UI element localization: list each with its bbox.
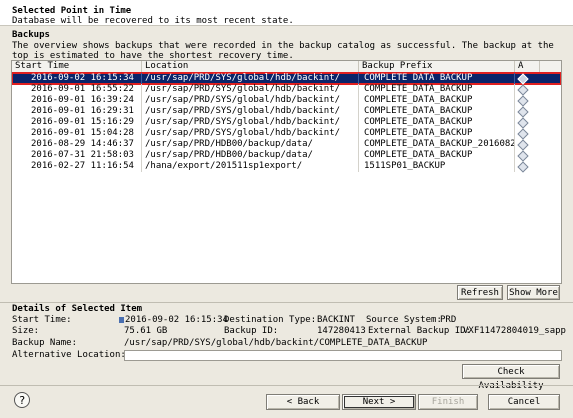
backup-prefix-cell: 1511SP01_BACKUP	[359, 161, 515, 172]
table-row[interactable]: 2016-09-02 16:15:34/usr/sap/PRD/SYS/glob…	[12, 72, 561, 85]
table-row[interactable]: 2016-09-01 16:29:31/usr/sap/PRD/SYS/glob…	[12, 106, 561, 118]
column-header-start-time[interactable]: Start Time	[12, 61, 142, 72]
start-time-cell: 2016-09-01 15:16:29	[12, 117, 142, 128]
table-header: Start Time Location Backup Prefix A	[12, 61, 561, 73]
destination-type-value: BACKINT	[317, 315, 355, 325]
column-header-backup-prefix[interactable]: Backup Prefix	[359, 61, 515, 72]
details-heading: Details of Selected Item	[12, 304, 143, 314]
table-row[interactable]: 2016-02-27 11:16:54/hana/export/201511sp…	[12, 161, 561, 173]
size-value: 75.61 GB	[124, 326, 168, 336]
table-row[interactable]: 2016-08-29 14:46:37/usr/sap/PRD/HDB00/ba…	[12, 139, 561, 151]
start-time-label: Start Time:	[12, 315, 72, 325]
start-time-cell: 2016-09-01 16:39:24	[12, 95, 142, 106]
availability-diamond-icon	[517, 95, 529, 107]
show-more-button[interactable]: Show More	[507, 285, 560, 300]
backup-name-value: /usr/sap/PRD/SYS/global/hdb/backint/COMP…	[124, 338, 428, 348]
table-row[interactable]: 2016-09-01 15:16:29/usr/sap/PRD/SYS/glob…	[12, 117, 561, 129]
refresh-button[interactable]: Refresh	[457, 285, 503, 300]
backups-heading: Backups	[12, 30, 50, 40]
backup-name-label: Backup Name:	[12, 338, 78, 348]
backup-prefix-cell: COMPLETE_DATA_BACKUP	[359, 84, 515, 95]
availability-diamond-icon	[517, 139, 529, 151]
alternative-location-label: Alternative Location:	[12, 350, 126, 360]
backup-prefix-cell: COMPLETE_DATA_BACKUP	[359, 150, 515, 161]
footer-divider	[0, 385, 573, 386]
table-row[interactable]: 2016-09-01 15:04:28/usr/sap/PRD/SYS/glob…	[12, 128, 561, 140]
backup-id-value: 147280413	[317, 326, 366, 336]
help-icon[interactable]: ?	[14, 392, 30, 408]
start-time-value: 2016-09-02 16:15:34	[119, 315, 228, 325]
backup-prefix-cell: COMPLETE_DATA_BACKUP	[359, 106, 515, 117]
source-system-label: Source System:	[366, 315, 442, 325]
start-time-cell: 2016-09-01 15:04:28	[12, 128, 142, 139]
wizard-header: Selected Point in Time Database will be …	[0, 0, 573, 26]
start-time-cell: 2016-09-01 16:29:31	[12, 106, 142, 117]
check-availability-button[interactable]: Check Availability	[462, 364, 560, 391]
size-label: Size:	[12, 326, 40, 336]
location-cell: /usr/sap/PRD/SYS/global/hdb/backint/	[142, 106, 359, 117]
column-header-location[interactable]: Location	[142, 61, 359, 72]
location-cell: /usr/sap/PRD/SYS/global/hdb/backint/	[142, 128, 359, 139]
location-cell: /usr/sap/PRD/HDB00/backup/data/	[142, 150, 359, 161]
copy-icon	[119, 316, 124, 323]
back-button[interactable]: < Back	[266, 394, 340, 410]
location-cell: /usr/sap/PRD/SYS/global/hdb/backint/	[142, 73, 359, 84]
start-time-cell: 2016-08-29 14:46:37	[12, 139, 142, 150]
page-subtitle: Database will be recovered to its most r…	[12, 16, 294, 26]
availability-diamond-icon	[517, 73, 529, 85]
external-backup-id-label: External Backup ID:	[368, 326, 471, 336]
table-row[interactable]: 2016-09-01 16:55:22/usr/sap/PRD/SYS/glob…	[12, 84, 561, 96]
availability-diamond-icon	[517, 84, 529, 96]
backup-id-label: Backup ID:	[224, 326, 279, 336]
availability-diamond-icon	[517, 161, 529, 173]
location-cell: /usr/sap/PRD/SYS/global/hdb/backint/	[142, 95, 359, 106]
column-header-availability[interactable]: A	[515, 61, 540, 72]
source-system-value: PRD	[440, 315, 457, 325]
location-cell: /usr/sap/PRD/SYS/global/hdb/backint/	[142, 117, 359, 128]
table-row[interactable]: 2016-07-31 21:58:03/usr/sap/PRD/HDB00/ba…	[12, 150, 561, 162]
availability-diamond-icon	[517, 117, 529, 129]
divider	[0, 302, 573, 303]
backup-prefix-cell: COMPLETE_DATA_BACKUP	[359, 117, 515, 128]
backup-prefix-cell: COMPLETE DATA BACKUP	[359, 73, 515, 84]
backups-description: The overview shows backups that were rec…	[12, 41, 554, 61]
location-cell: /hana/export/201511sp1export/	[142, 161, 359, 172]
start-time-cell: 2016-09-02 16:15:34	[12, 73, 142, 84]
availability-diamond-icon	[517, 106, 529, 118]
start-time-cell: 2016-09-01 16:55:22	[12, 84, 142, 95]
location-cell: /usr/sap/PRD/HDB00/backup/data/	[142, 139, 359, 150]
location-cell: /usr/sap/PRD/SYS/global/hdb/backint/	[142, 84, 359, 95]
backup-prefix-cell: COMPLETE_DATA_BACKUP	[359, 128, 515, 139]
external-backup-id-value: VXF11472804019_sapp	[463, 326, 566, 336]
destination-type-label: Destination Type:	[224, 315, 317, 325]
cancel-button[interactable]: Cancel	[488, 394, 560, 410]
availability-diamond-icon	[517, 150, 529, 162]
start-time-cell: 2016-07-31 21:58:03	[12, 150, 142, 161]
table-row[interactable]: 2016-09-01 16:39:24/usr/sap/PRD/SYS/glob…	[12, 95, 561, 107]
availability-diamond-icon	[517, 128, 529, 140]
backup-prefix-cell: COMPLETE_DATA_BACKUP_20160829	[359, 139, 515, 150]
next-button[interactable]: Next >	[342, 394, 416, 410]
backup-prefix-cell: COMPLETE_DATA_BACKUP	[359, 95, 515, 106]
finish-button: Finish	[418, 394, 478, 410]
page-title: Selected Point in Time	[12, 6, 132, 16]
backups-table[interactable]: Start Time Location Backup Prefix A 2016…	[11, 60, 562, 284]
alternative-location-field[interactable]	[124, 350, 562, 361]
start-time-cell: 2016-02-27 11:16:54	[12, 161, 142, 172]
